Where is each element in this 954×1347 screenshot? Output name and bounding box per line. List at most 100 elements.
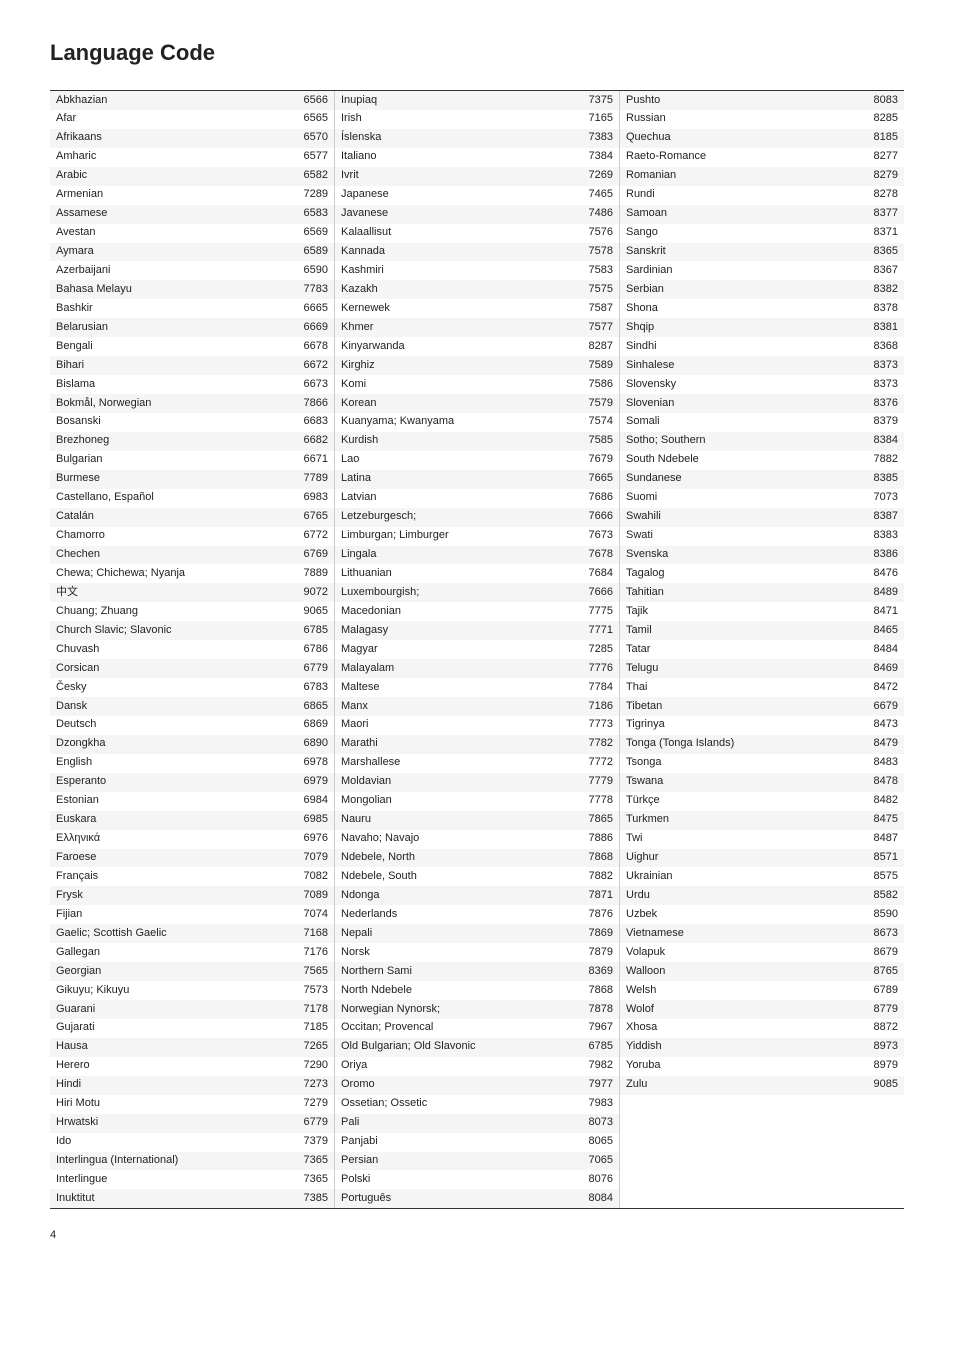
language-name: Esperanto bbox=[56, 774, 290, 790]
language-code: 6783 bbox=[290, 680, 328, 696]
language-code: 8571 bbox=[860, 850, 898, 866]
table-row: North Ndebele7868 bbox=[335, 981, 619, 1000]
table-row: Korean7579 bbox=[335, 394, 619, 413]
language-code: 6569 bbox=[290, 225, 328, 241]
table-row: Welsh6789 bbox=[620, 981, 904, 1000]
table-row: Sango8371 bbox=[620, 224, 904, 243]
table-row: Vietnamese8673 bbox=[620, 924, 904, 943]
table-row: Arabic6582 bbox=[50, 167, 334, 186]
table-row: Tatar8484 bbox=[620, 640, 904, 659]
table-row: Chuang; Zhuang9065 bbox=[50, 602, 334, 621]
table-row: Français7082 bbox=[50, 867, 334, 886]
table-row: Azerbaijani6590 bbox=[50, 261, 334, 280]
table-row: Gikuyu; Kikuyu7573 bbox=[50, 981, 334, 1000]
language-code: 7775 bbox=[575, 604, 613, 620]
language-name: Javanese bbox=[341, 206, 575, 222]
table-row: Frysk7089 bbox=[50, 886, 334, 905]
table-row: Walloon8765 bbox=[620, 962, 904, 981]
language-name: Gujarati bbox=[56, 1020, 290, 1036]
language-code: 7886 bbox=[575, 831, 613, 847]
language-name: Tahitian bbox=[626, 585, 860, 601]
table-row: Faroese7079 bbox=[50, 849, 334, 868]
table-row: Bokmål, Norwegian7866 bbox=[50, 394, 334, 413]
language-code: 7868 bbox=[575, 983, 613, 999]
language-code: 7575 bbox=[575, 282, 613, 298]
language-name: Catalán bbox=[56, 509, 290, 525]
language-name: Euskara bbox=[56, 812, 290, 828]
language-name: North Ndebele bbox=[341, 983, 575, 999]
table-row: Kalaallisut7576 bbox=[335, 224, 619, 243]
language-name: Manx bbox=[341, 699, 575, 715]
language-code: 7379 bbox=[290, 1134, 328, 1150]
language-code: 6785 bbox=[575, 1039, 613, 1055]
language-code: 7574 bbox=[575, 414, 613, 430]
table-row: Afar6565 bbox=[50, 110, 334, 129]
language-name: Romanian bbox=[626, 168, 860, 184]
language-code: 6890 bbox=[290, 736, 328, 752]
table-row: Persian7065 bbox=[335, 1152, 619, 1171]
table-row: Gaelic; Scottish Gaelic7168 bbox=[50, 924, 334, 943]
language-code: 7577 bbox=[575, 320, 613, 336]
language-name: Inupiaq bbox=[341, 93, 575, 109]
table-row: Urdu8582 bbox=[620, 886, 904, 905]
language-name: Interlingue bbox=[56, 1172, 290, 1188]
language-name: Dzongkha bbox=[56, 736, 290, 752]
language-code: 8287 bbox=[575, 339, 613, 355]
language-name: Bokmål, Norwegian bbox=[56, 396, 290, 412]
language-code: 6979 bbox=[290, 774, 328, 790]
language-name: Bengali bbox=[56, 339, 290, 355]
table-row: Ukrainian8575 bbox=[620, 867, 904, 886]
language-code: 8083 bbox=[860, 93, 898, 109]
table-row: Twi8487 bbox=[620, 830, 904, 849]
table-row: Romanian8279 bbox=[620, 167, 904, 186]
table-row: Inupiaq7375 bbox=[335, 91, 619, 110]
language-code: 8471 bbox=[860, 604, 898, 620]
language-code: 7878 bbox=[575, 1002, 613, 1018]
language-code: 6678 bbox=[290, 339, 328, 355]
language-name: Hrwatski bbox=[56, 1115, 290, 1131]
language-code: 7684 bbox=[575, 566, 613, 582]
language-code: 7666 bbox=[575, 509, 613, 525]
language-code: 7089 bbox=[290, 888, 328, 904]
language-name: Yoruba bbox=[626, 1058, 860, 1074]
table-row: Estonian6984 bbox=[50, 792, 334, 811]
language-code: 6779 bbox=[290, 661, 328, 677]
language-name: Slovenian bbox=[626, 396, 860, 412]
language-code: 7665 bbox=[575, 471, 613, 487]
language-name: Chamorro bbox=[56, 528, 290, 544]
table-row: Maltese7784 bbox=[335, 678, 619, 697]
table-row: Sardinian8367 bbox=[620, 261, 904, 280]
language-name: Welsh bbox=[626, 983, 860, 999]
language-name: English bbox=[56, 755, 290, 771]
language-name: Français bbox=[56, 869, 290, 885]
table-row: Macedonian7775 bbox=[335, 602, 619, 621]
language-name: Sindhi bbox=[626, 339, 860, 355]
table-row: Assamese6583 bbox=[50, 205, 334, 224]
table-row: Interlingua (International)7365 bbox=[50, 1152, 334, 1171]
language-name: Kashmiri bbox=[341, 263, 575, 279]
table-row: Maori7773 bbox=[335, 716, 619, 735]
table-row: Česky6783 bbox=[50, 678, 334, 697]
language-name: Thai bbox=[626, 680, 860, 696]
language-code: 6769 bbox=[290, 547, 328, 563]
language-code: 8482 bbox=[860, 793, 898, 809]
language-code: 8382 bbox=[860, 282, 898, 298]
language-name: Wolof bbox=[626, 1002, 860, 1018]
language-name: Fijian bbox=[56, 907, 290, 923]
language-code: 8489 bbox=[860, 585, 898, 601]
table-row: Castellano, Español6983 bbox=[50, 489, 334, 508]
language-code: 8469 bbox=[860, 661, 898, 677]
language-name: Telugu bbox=[626, 661, 860, 677]
table-row: Sindhi8368 bbox=[620, 337, 904, 356]
language-code: 6682 bbox=[290, 433, 328, 449]
language-name: Frysk bbox=[56, 888, 290, 904]
language-code: 6582 bbox=[290, 168, 328, 184]
language-code: 7586 bbox=[575, 377, 613, 393]
language-code: 6984 bbox=[290, 793, 328, 809]
language-code: 6869 bbox=[290, 717, 328, 733]
language-name: Kinyarwanda bbox=[341, 339, 575, 355]
language-code: 6772 bbox=[290, 528, 328, 544]
table-row: Lithuanian7684 bbox=[335, 564, 619, 583]
language-name: Lithuanian bbox=[341, 566, 575, 582]
language-name: Tajik bbox=[626, 604, 860, 620]
